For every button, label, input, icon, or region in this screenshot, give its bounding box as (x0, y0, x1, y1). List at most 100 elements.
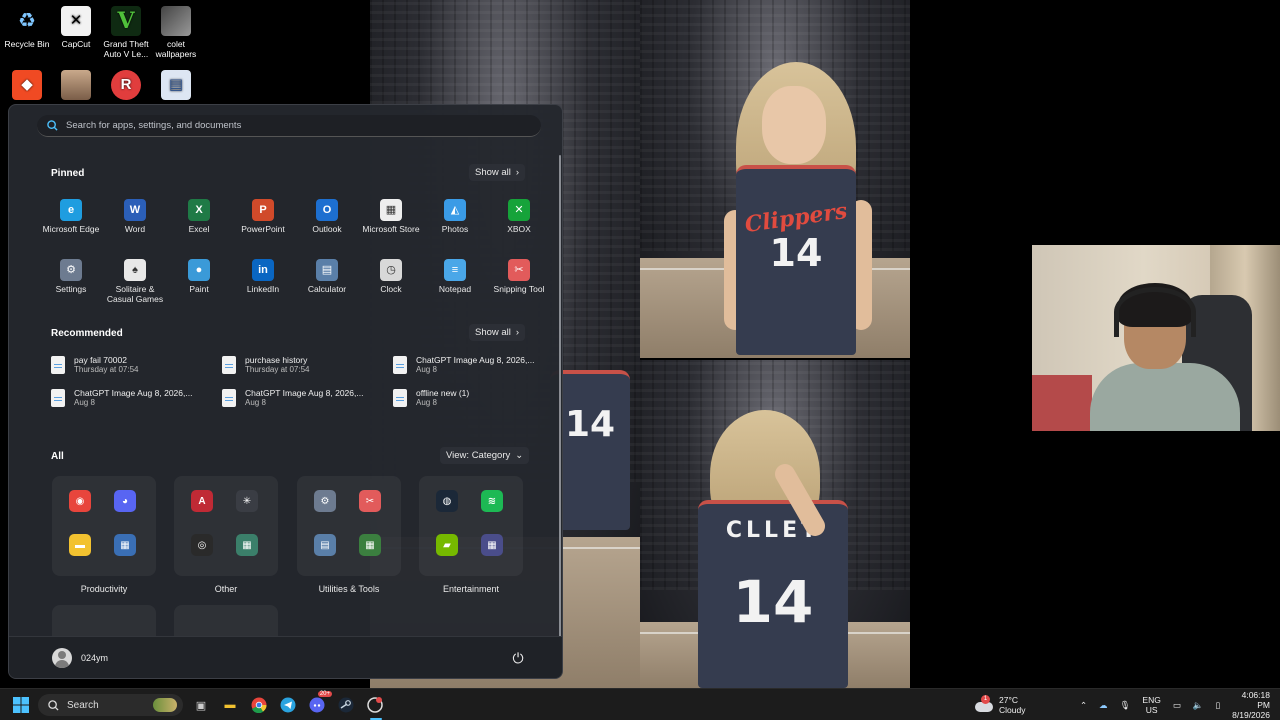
recommended-item-time: Thursday at 07:54 (245, 365, 310, 374)
desktop-icon-label: Grand Theft Auto V Le... (103, 39, 149, 59)
pinned-app-label: Microsoft Store (362, 224, 420, 234)
category-folder-entertainment[interactable]: ◍ ≋ ▰ ▦ (419, 476, 523, 576)
apps-group-icon: ▦ (114, 534, 136, 556)
recommended-item[interactable]: offline new (1) Aug 8 (393, 388, 562, 408)
pinned-app-solitaire[interactable]: ♠ Solitaire & Casual Games (103, 257, 167, 305)
desktop-icon-brave[interactable]: ◆ (0, 70, 54, 103)
avatar[interactable] (52, 648, 72, 668)
recommended-item[interactable]: pay fail 70002 Thursday at 07:54 (51, 355, 222, 375)
chevron-up-icon[interactable]: ⌃ (1080, 700, 1087, 711)
recommended-item-time: Aug 8 (245, 398, 266, 407)
volume-icon[interactable]: 🔈 (1193, 700, 1204, 711)
telegram-icon[interactable] (277, 694, 299, 716)
recommended-item[interactable]: ChatGPT Image Aug 8, 2026,... Aug 8 (393, 355, 562, 375)
pinned-app-clock[interactable]: ◷ Clock (359, 257, 423, 305)
pinned-app-outlook[interactable]: O Outlook (295, 197, 359, 245)
pinned-app-xbox[interactable]: ✕ XBOX (487, 197, 551, 245)
pinned-app-calculator[interactable]: ▤ Calculator (295, 257, 359, 305)
view-category-button[interactable]: View: Category ⌄ (440, 447, 530, 464)
pinned-app-paint[interactable]: ● Paint (167, 257, 231, 305)
task-view-icon[interactable]: ▣ (190, 694, 212, 716)
desktop-icon-recycle-bin[interactable]: ♻ Recycle Bin (0, 6, 54, 49)
desktop-icon-capcut[interactable]: ✕ CapCut (49, 6, 103, 49)
category-folder-label: Utilities & Tools (318, 584, 380, 594)
start-menu: Pinned Show all › eMicrosoft EdgeWWordXE… (8, 104, 563, 679)
chrome-icon[interactable] (248, 694, 270, 716)
recommended-item-time: Aug 8 (416, 398, 437, 407)
word-icon: W (124, 199, 146, 221)
steam-icon: ◍ (436, 490, 458, 512)
desktop-icon-label: colet wallpapers (155, 39, 197, 59)
chevron-down-icon: ⌄ (515, 450, 524, 461)
desktop-icon-gta[interactable]: V Grand Theft Auto V Le... (99, 6, 153, 59)
edge-icon: e (60, 199, 82, 221)
pinned-app-excel[interactable]: X Excel (167, 197, 231, 245)
chrome-icon: ◉ (69, 490, 91, 512)
pinned-app-gear[interactable]: ⚙ Settings (39, 257, 103, 305)
battery-icon[interactable]: ▯ (1215, 700, 1220, 711)
desktop-icon-photo[interactable] (49, 70, 103, 103)
start-footer: 024ym ⏻ (9, 636, 562, 678)
pinned-app-word[interactable]: W Word (103, 197, 167, 245)
recycle-bin-icon: ♻ (18, 10, 36, 32)
clock[interactable]: 4:06:18 PM 8/19/2026 (1232, 690, 1270, 720)
pinned-app-edge[interactable]: e Microsoft Edge (39, 197, 103, 245)
user-name[interactable]: 024ym (81, 653, 108, 663)
recommended-show-all-button[interactable]: Show all › (469, 324, 526, 341)
recommended-item[interactable]: purchase history Thursday at 07:54 (222, 355, 393, 375)
category-folder-other[interactable]: A ✳ ◎ ▦ (174, 476, 278, 576)
network-icon[interactable]: ▭ (1173, 700, 1181, 711)
microphone-icon[interactable]: 🎙 (1120, 700, 1131, 711)
system-tray: ⌃ ☁ 🎙 ENG US ▭ 🔈 ▯ 4:06:18 PM 8/19/2026 … (1080, 689, 1280, 720)
power-icon[interactable]: ⏻ (509, 649, 527, 667)
image-file-icon (222, 356, 236, 374)
image-file-icon (222, 389, 236, 407)
pinned-app-label: Excel (188, 224, 210, 234)
pinned-app-photos[interactable]: ◭ Photos (423, 197, 487, 245)
onedrive-icon[interactable]: ☁ (1099, 700, 1108, 711)
nvidia-icon: ▰ (436, 534, 458, 556)
brave-icon: ◆ (12, 70, 42, 100)
category-folder-productivity[interactable]: ◉ ◕ ▬ ▦ (52, 476, 156, 576)
pinned-show-all-button[interactable]: Show all › (469, 164, 526, 181)
clock-time: 4:06:18 PM (1241, 690, 1270, 710)
recommended-item-name: ChatGPT Image Aug 8, 2026,... (416, 355, 535, 365)
recommended-item[interactable]: ChatGPT Image Aug 8, 2026,... Aug 8 (222, 388, 393, 408)
linkedin-icon: in (252, 259, 274, 281)
discord-icon[interactable]: 20+ (306, 691, 332, 716)
recommended-grid: pay fail 70002 Thursday at 07:54 purchase … (51, 355, 551, 408)
start-scrollbar[interactable] (559, 155, 561, 640)
apps-group-icon: ▦ (359, 534, 381, 556)
pinned-app-label: Word (124, 224, 146, 234)
category-folder-utilities-tools[interactable]: ⚙ ✂ ▤ ▦ (297, 476, 401, 576)
pinned-app-powerpoint[interactable]: P PowerPoint (231, 197, 295, 245)
capcut-icon: ✕ (61, 6, 91, 36)
weather-badge: 1 (981, 695, 990, 704)
folder-photo-icon (161, 6, 191, 36)
clock-date: 8/19/2026 (1232, 710, 1270, 720)
recommended-item-time: Aug 8 (416, 365, 437, 374)
desktop-icon-app[interactable]: R (99, 70, 153, 103)
pinned-app-snipping-tool[interactable]: ✂ Snipping Tool (487, 257, 551, 305)
wallpaper-panel-bottom: CLLET 14 (640, 360, 910, 688)
pinned-app-label: Snipping Tool (493, 284, 545, 294)
snipping-tool-icon[interactable] (364, 694, 386, 716)
start-search-input[interactable] (66, 120, 506, 131)
pinned-app-store[interactable]: ▦ Microsoft Store (359, 197, 423, 245)
taskbar-search[interactable]: Search (38, 694, 183, 716)
windows-start-icon[interactable] (10, 694, 32, 716)
desktop-icon-colet-wallpapers[interactable]: colet wallpapers (149, 6, 203, 59)
desktop-icon-app-2[interactable]: ▤ (149, 70, 203, 103)
start-search-box[interactable] (37, 115, 541, 137)
photos-icon: ◭ (444, 199, 466, 221)
language-indicator[interactable]: ENG US (1142, 695, 1160, 715)
pinned-app-label: Clock (380, 284, 402, 294)
pinned-app-linkedin[interactable]: in LinkedIn (231, 257, 295, 305)
gta-icon: V (111, 6, 141, 36)
weather-widget[interactable]: 1 27°C Cloudy (975, 689, 1025, 720)
recommended-item[interactable]: ChatGPT Image Aug 8, 2026,... Aug 8 (51, 388, 222, 408)
steam-icon[interactable] (335, 694, 357, 716)
pinned-app-notepad[interactable]: ≡ Notepad (423, 257, 487, 305)
recommended-item-name: purchase history (245, 355, 308, 365)
file-explorer-icon[interactable]: ▬ (219, 694, 241, 716)
